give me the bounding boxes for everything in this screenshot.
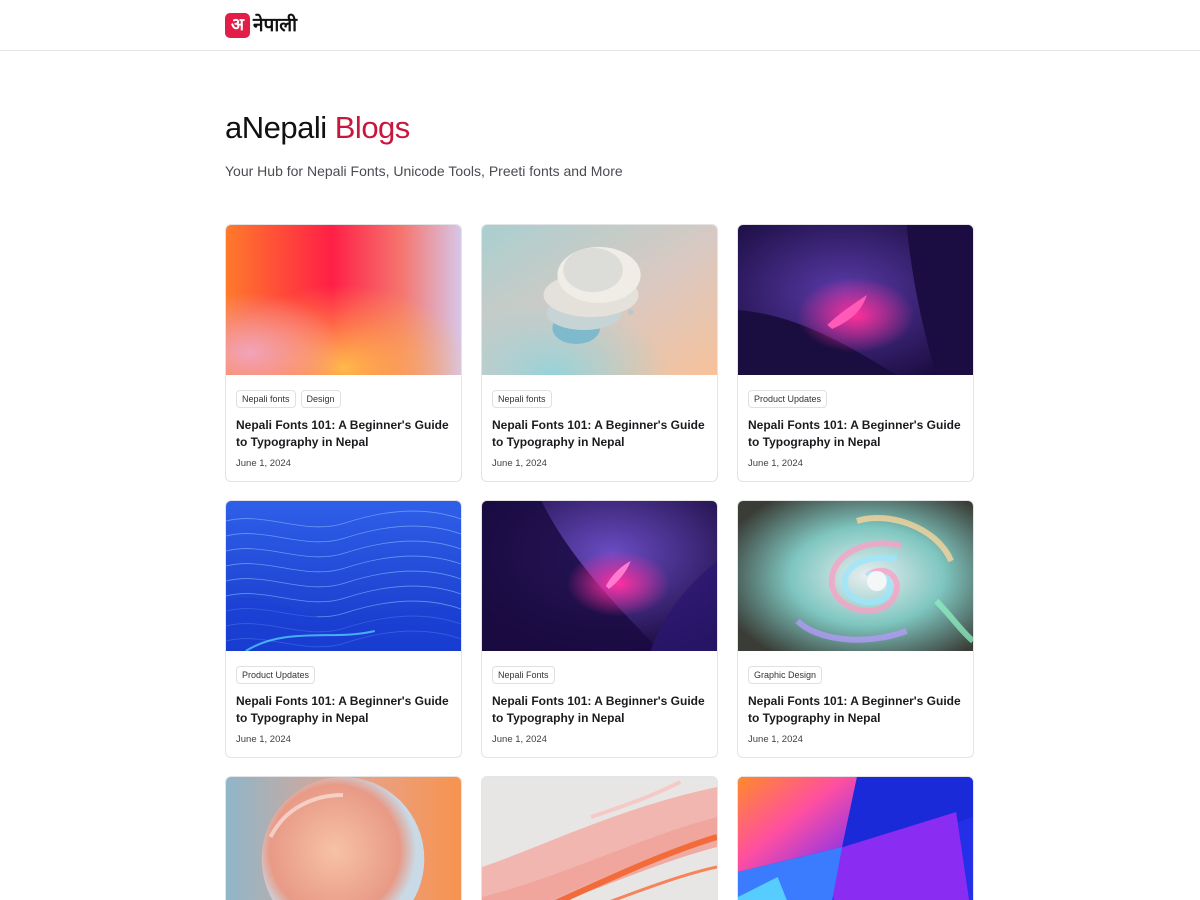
- blog-card-date: June 1, 2024: [492, 734, 547, 745]
- blog-card-thumbnail: [226, 777, 461, 900]
- blog-grid: Nepali fonts Design Nepali Fonts 101: A …: [225, 224, 975, 900]
- blog-card[interactable]: Product Updates Nepali Fonts 101: A Begi…: [737, 224, 974, 482]
- blog-card-thumbnail: [226, 225, 461, 375]
- blog-card-thumbnail: [738, 501, 973, 651]
- page-subtitle: Your Hub for Nepali Fonts, Unicode Tools…: [225, 163, 623, 179]
- page-title: aNepali Blogs: [225, 110, 410, 146]
- blog-card[interactable]: Product Updates Nepali Fonts 101: A Begi…: [225, 500, 462, 758]
- blog-card-date: June 1, 2024: [492, 458, 547, 469]
- blog-card-thumbnail: [738, 225, 973, 375]
- tag[interactable]: Nepali fonts: [236, 390, 296, 408]
- blog-card[interactable]: Nepali fonts Nepali Fonts 101: A Beginne…: [481, 224, 718, 482]
- blog-card-date: June 1, 2024: [236, 734, 291, 745]
- blog-card-title[interactable]: Nepali Fonts 101: A Beginner's Guide to …: [492, 417, 707, 451]
- logo-text: नेपाली: [253, 13, 298, 36]
- site-logo[interactable]: अ नेपाली: [225, 11, 297, 39]
- blog-card-title[interactable]: Nepali Fonts 101: A Beginner's Guide to …: [748, 417, 963, 451]
- blog-card-thumbnail: [482, 777, 717, 900]
- page-title-accent: Blogs: [334, 110, 411, 145]
- blog-card-date: June 1, 2024: [236, 458, 291, 469]
- blog-card[interactable]: Nepali fonts Design Nepali Fonts 101: A …: [225, 224, 462, 482]
- tag[interactable]: Graphic Design: [748, 666, 823, 684]
- tag[interactable]: Nepali Fonts: [492, 666, 555, 684]
- blog-card[interactable]: Graphic Design Nepali Fonts 101: A Begin…: [737, 500, 974, 758]
- blog-card-date: June 1, 2024: [748, 458, 803, 469]
- tag[interactable]: Product Updates: [236, 666, 316, 684]
- blog-card-title[interactable]: Nepali Fonts 101: A Beginner's Guide to …: [492, 693, 707, 727]
- tag[interactable]: Product Updates: [748, 390, 828, 408]
- blog-card-thumbnail: [482, 501, 717, 651]
- tag[interactable]: Design: [300, 390, 341, 408]
- blog-card-title[interactable]: Nepali Fonts 101: A Beginner's Guide to …: [236, 693, 451, 727]
- blog-card-thumbnail: [482, 225, 717, 375]
- blog-card-title[interactable]: Nepali Fonts 101: A Beginner's Guide to …: [748, 693, 963, 727]
- page-title-main: aNepali: [225, 110, 327, 145]
- blog-card[interactable]: [481, 776, 718, 900]
- site-header: अ नेपाली: [0, 0, 1200, 51]
- blog-card-thumbnail: [226, 501, 461, 651]
- tag[interactable]: Nepali fonts: [492, 390, 552, 408]
- logo-mark: अ: [225, 12, 250, 38]
- blog-card-title[interactable]: Nepali Fonts 101: A Beginner's Guide to …: [236, 417, 451, 451]
- blog-card[interactable]: [737, 776, 974, 900]
- blog-card-date: June 1, 2024: [748, 734, 803, 745]
- blog-card-thumbnail: [738, 777, 973, 900]
- blog-card[interactable]: Nepali Fonts Nepali Fonts 101: A Beginne…: [481, 500, 718, 758]
- blog-card[interactable]: [225, 776, 462, 900]
